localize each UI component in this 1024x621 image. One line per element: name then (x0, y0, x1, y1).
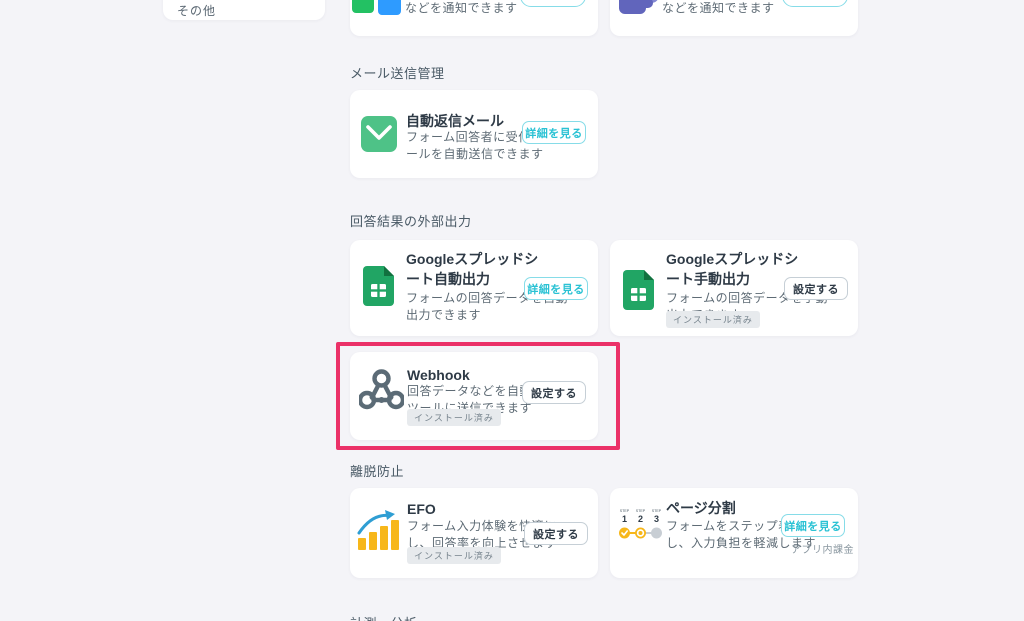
auto-mail-title: 自動返信メール (406, 113, 504, 129)
section-header-exit: 離脱防止 (350, 464, 405, 479)
section-header-mail: メール送信管理 (350, 66, 445, 81)
gs-auto-title: Googleスプレッドシ ート自動出力 (406, 251, 539, 287)
webhook-title: Webhook (407, 367, 470, 383)
envelope-icon (361, 116, 397, 152)
in-app-purchase-note: アプリ内課金 (791, 545, 854, 556)
section-header-output: 回答結果の外部出力 (350, 214, 472, 229)
gs-manual-title: Googleスプレッドシ ート手動出力 (666, 251, 799, 287)
installed-badge: インストール済み (666, 311, 760, 328)
installed-badge: インストール済み (407, 547, 501, 564)
sidebar-item-other[interactable]: その他 (177, 2, 216, 19)
svg-text:STEP: STEP (620, 509, 630, 513)
app-marketplace-page: その他 などを通知できます などを通知できます メール送信管理 自動返信メール … (0, 0, 1024, 621)
steps-icon: STEP STEP STEP 1 2 3 (619, 509, 662, 539)
section-header-bottom-partial: 計測・分析 (350, 613, 418, 621)
notification-card-2-desc: などを通知できます (662, 1, 775, 15)
chat-app-icon (352, 0, 374, 13)
installed-badge: インストール済み (407, 409, 501, 426)
detail-button[interactable] (520, 0, 586, 7)
bar-chart-arrow-icon (357, 510, 399, 550)
webhook-icon (359, 369, 404, 410)
configure-button[interactable]: 設定する (524, 522, 588, 545)
teams-app-icon (636, 0, 653, 8)
configure-button[interactable]: 設定する (784, 277, 848, 300)
svg-text:STEP: STEP (652, 509, 662, 513)
google-sheets-icon (623, 270, 654, 310)
detail-button[interactable]: 詳細を見る (781, 514, 845, 537)
detail-button[interactable]: 詳細を見る (524, 277, 588, 300)
svg-text:2: 2 (638, 514, 643, 524)
detail-button[interactable] (782, 0, 848, 7)
notification-card-1-desc: などを通知できます (405, 1, 518, 15)
configure-button[interactable]: 設定する (522, 381, 586, 404)
detail-button[interactable]: 詳細を見る (522, 121, 586, 144)
chat-app-icon (378, 0, 401, 15)
svg-text:1: 1 (622, 514, 627, 524)
svg-text:STEP: STEP (636, 509, 646, 513)
efo-title: EFO (407, 501, 436, 517)
page-split-title: ページ分割 (666, 500, 736, 516)
google-sheets-icon (363, 266, 394, 306)
svg-text:3: 3 (654, 514, 659, 524)
